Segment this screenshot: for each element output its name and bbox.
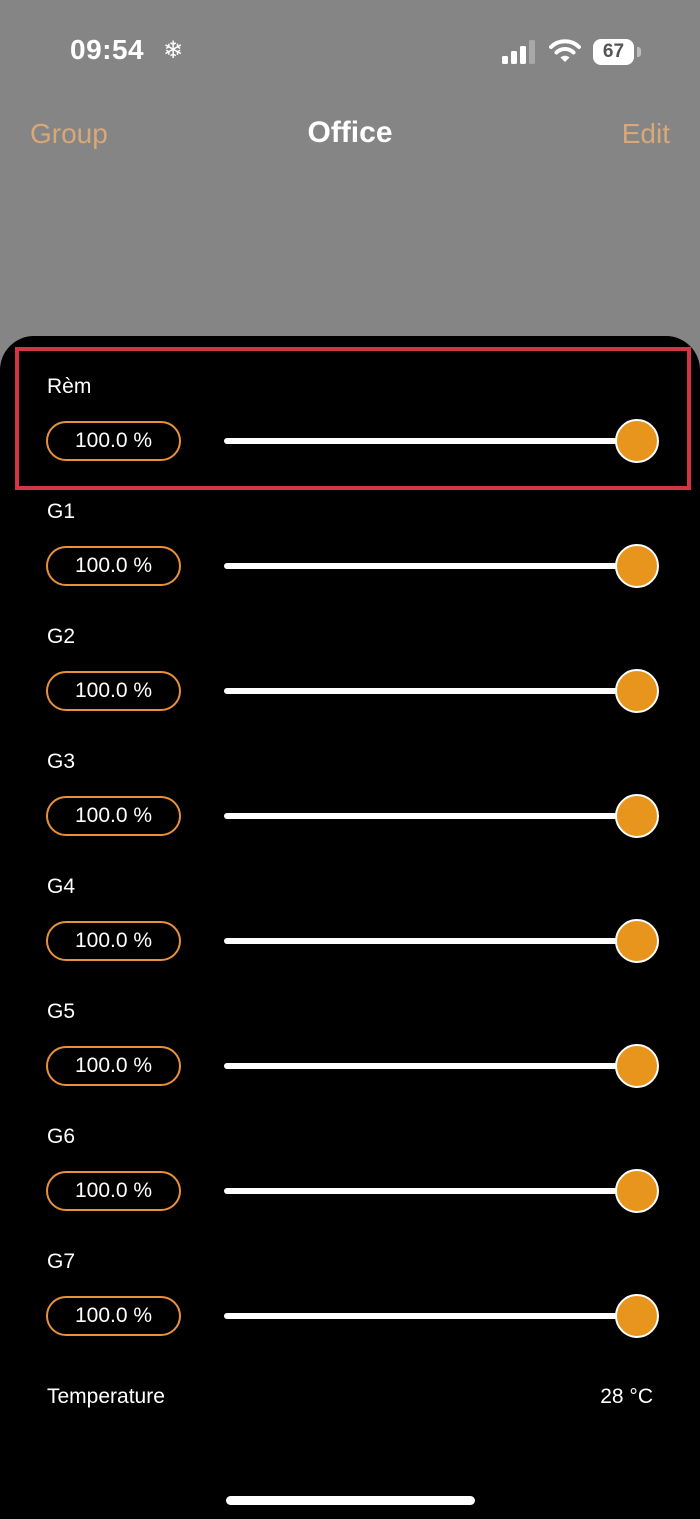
channel-row: G4 100.0 % bbox=[0, 875, 700, 985]
status-time: 09:54 bbox=[70, 34, 145, 65]
channel-row: G5 100.0 % bbox=[0, 1000, 700, 1110]
channel-label: G2 bbox=[47, 625, 76, 648]
slider-thumb[interactable] bbox=[615, 794, 659, 838]
slider-thumb[interactable] bbox=[615, 1044, 659, 1088]
channel-slider[interactable] bbox=[224, 794, 659, 838]
channel-label: G4 bbox=[47, 875, 76, 898]
group-button[interactable]: Group bbox=[30, 118, 108, 150]
slider-thumb[interactable] bbox=[615, 419, 659, 463]
cellular-signal-icon bbox=[502, 40, 535, 64]
channel-row: G2 100.0 % bbox=[0, 625, 700, 735]
channel-value-field[interactable]: 100.0 % bbox=[46, 921, 181, 961]
channel-value-field[interactable]: 100.0 % bbox=[46, 1171, 181, 1211]
channel-slider[interactable] bbox=[224, 1294, 659, 1338]
temperature-value: 28 °C bbox=[600, 1385, 653, 1408]
edit-button[interactable]: Edit bbox=[622, 118, 670, 150]
battery-icon: 67 bbox=[593, 39, 641, 65]
slider-thumb[interactable] bbox=[615, 669, 659, 713]
status-bar: 09:54 ❄ 67 bbox=[0, 0, 700, 100]
channel-label: G7 bbox=[47, 1250, 76, 1273]
channel-slider[interactable] bbox=[224, 419, 659, 463]
slider-fill bbox=[224, 938, 635, 944]
channel-label: Rèm bbox=[47, 375, 92, 398]
channel-label: G5 bbox=[47, 1000, 76, 1023]
channel-value-field[interactable]: 100.0 % bbox=[46, 421, 181, 461]
channel-label: G3 bbox=[47, 750, 76, 773]
channel-row: G3 100.0 % bbox=[0, 750, 700, 860]
channel-row: Rèm 100.0 % bbox=[0, 375, 700, 485]
wifi-icon bbox=[549, 39, 581, 62]
channel-value-field[interactable]: 100.0 % bbox=[46, 671, 181, 711]
temperature-label: Temperature bbox=[47, 1385, 165, 1408]
channel-slider[interactable] bbox=[224, 1044, 659, 1088]
slider-fill bbox=[224, 1063, 635, 1069]
channel-slider[interactable] bbox=[224, 1169, 659, 1213]
battery-level: 67 bbox=[602, 41, 625, 62]
slider-fill bbox=[224, 688, 635, 694]
channel-value-field[interactable]: 100.0 % bbox=[46, 546, 181, 586]
channel-value-field[interactable]: 100.0 % bbox=[46, 796, 181, 836]
slider-fill bbox=[224, 813, 635, 819]
channel-row: G7 100.0 % bbox=[0, 1250, 700, 1360]
channel-label: G1 bbox=[47, 500, 76, 523]
channel-slider[interactable] bbox=[224, 544, 659, 588]
channel-slider[interactable] bbox=[224, 919, 659, 963]
slider-thumb[interactable] bbox=[615, 1294, 659, 1338]
channel-row: G6 100.0 % bbox=[0, 1125, 700, 1235]
slider-thumb[interactable] bbox=[615, 919, 659, 963]
channel-value-field[interactable]: 100.0 % bbox=[46, 1296, 181, 1336]
slider-fill bbox=[224, 1313, 635, 1319]
channel-row: G1 100.0 % bbox=[0, 500, 700, 610]
slider-fill bbox=[224, 563, 635, 569]
slider-thumb[interactable] bbox=[615, 544, 659, 588]
slider-thumb[interactable] bbox=[615, 1169, 659, 1213]
slider-fill bbox=[224, 438, 635, 444]
snowflake-icon: ❄ bbox=[163, 37, 184, 64]
home-indicator bbox=[226, 1496, 475, 1505]
channel-label: G6 bbox=[47, 1125, 76, 1148]
slider-fill bbox=[224, 1188, 635, 1194]
channel-value-field[interactable]: 100.0 % bbox=[46, 1046, 181, 1086]
channel-slider[interactable] bbox=[224, 669, 659, 713]
